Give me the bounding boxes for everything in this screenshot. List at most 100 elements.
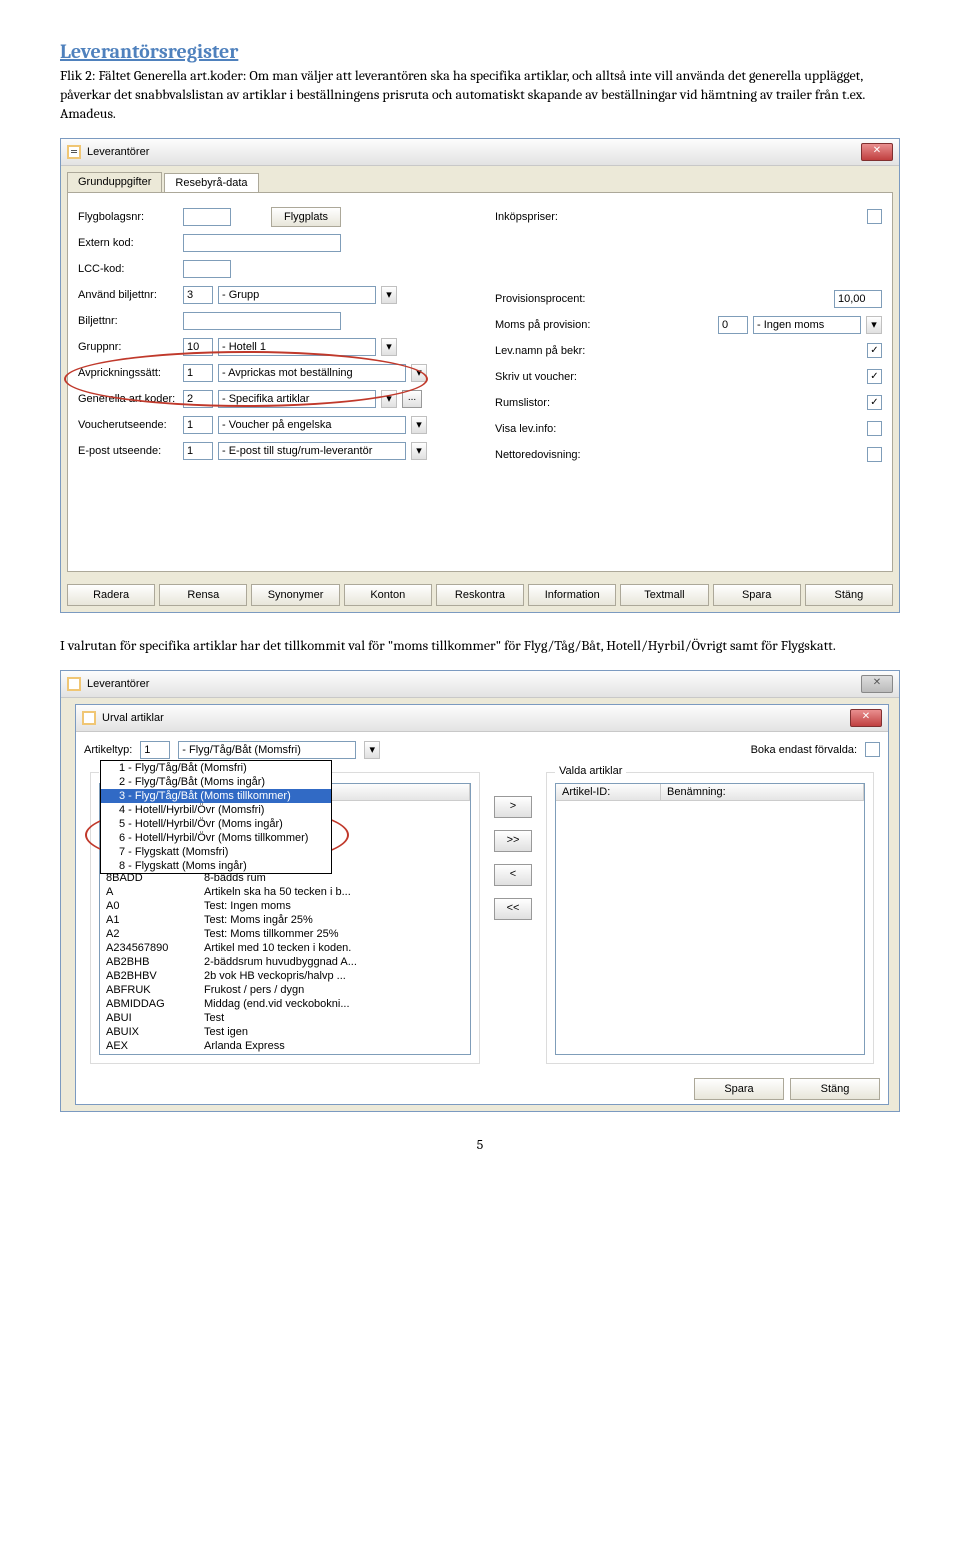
button-synonymer[interactable]: Synonymer (251, 584, 339, 606)
dropdown-item[interactable]: 5 - Hotell/Hyrbil/Övr (Moms ingår) (101, 817, 331, 831)
group-valda: Valda artiklar Artikel-ID: Benämning: (546, 772, 874, 1064)
label-extern-kod: Extern kod: (78, 237, 178, 249)
checkbox-levnamn[interactable]: ✓ (867, 343, 882, 358)
dropdown-icon[interactable]: ▾ (364, 741, 380, 759)
close-button[interactable]: ✕ (861, 675, 893, 693)
tab-grunduppgifter[interactable]: Grunduppgifter (67, 172, 162, 192)
dropdown-item[interactable]: 6 - Hotell/Hyrbil/Övr (Moms tillkommer) (101, 831, 331, 845)
input-avprick-text[interactable] (218, 364, 406, 382)
dropdown-item[interactable]: 7 - Flygskatt (Momsfri) (101, 845, 331, 859)
checkbox-visa-levinfo[interactable] (867, 421, 882, 436)
label-voucherutseende: Voucherutseende: (78, 419, 178, 431)
button-textmall[interactable]: Textmall (620, 584, 708, 606)
dropdown-icon[interactable]: ▾ (411, 416, 427, 434)
checkbox-rumslistor[interactable]: ✓ (867, 395, 882, 410)
button-radera[interactable]: Radera (67, 584, 155, 606)
dropdown-item[interactable]: 2 - Flyg/Tåg/Båt (Moms ingår) (101, 775, 331, 789)
input-generella-text[interactable] (218, 390, 376, 408)
list-item[interactable]: AB2BHB2-bäddsrum huvudbyggnad A... (100, 955, 470, 969)
list-item[interactable]: A1Test: Moms ingår 25% (100, 913, 470, 927)
list-item[interactable]: A0Test: Ingen moms (100, 899, 470, 913)
list-item[interactable]: ABFRUKFrukost / pers / dygn (100, 983, 470, 997)
label-epost-utseende: E-post utseende: (78, 445, 178, 457)
checkbox-nettoredovisning[interactable] (867, 447, 882, 462)
app-icon (82, 711, 96, 725)
input-provisionsprocent[interactable] (834, 290, 882, 308)
list-item[interactable]: ABUITest (100, 1011, 470, 1025)
checkbox-skriv-voucher[interactable]: ✓ (867, 369, 882, 384)
label-moms-provision: Moms på provision: (495, 319, 713, 331)
button-rensa[interactable]: Rensa (159, 584, 247, 606)
button-reskontra[interactable]: Reskontra (436, 584, 524, 606)
input-gruppnr-text[interactable] (218, 338, 376, 356)
button-spara[interactable]: Spara (694, 1078, 784, 1100)
label-inkopspriser: Inköpspriser: (495, 211, 862, 223)
dropdown-icon[interactable]: ▾ (866, 316, 882, 334)
list-item[interactable]: AIRPaket med moms på vinstarti... (100, 1053, 470, 1055)
dropdown-icon[interactable]: ▾ (411, 442, 427, 460)
page-heading: Leverantörsregister (60, 40, 900, 63)
input-biljettnr[interactable] (183, 312, 341, 330)
input-epost-text[interactable] (218, 442, 406, 460)
input-flygbolagsnr[interactable] (183, 208, 231, 226)
input-epost-code[interactable] (183, 442, 213, 460)
list-item[interactable]: A234567890Artikel med 10 tecken i koden. (100, 941, 470, 955)
checkbox-boka-forvalda[interactable] (865, 742, 880, 757)
button-move-all-right[interactable]: >> (494, 830, 532, 852)
tab-row: Grunduppgifter Resebyrå-data (61, 166, 899, 192)
dropdown-artikeltyp[interactable]: 1 - Flyg/Tåg/Båt (Momsfri)2 - Flyg/Tåg/B… (100, 760, 332, 874)
label-flygbolagsnr: Flygbolagsnr: (78, 211, 178, 223)
input-momsprov-text[interactable] (753, 316, 861, 334)
tab-resebyra-data[interactable]: Resebyrå-data (164, 173, 258, 193)
input-extern-kod[interactable] (183, 234, 341, 252)
input-avprick-code[interactable] (183, 364, 213, 382)
intro-paragraph-1: Flik 2: Fältet Generella art.koder: Om m… (60, 67, 900, 124)
input-voucher-code[interactable] (183, 416, 213, 434)
input-lcc[interactable] (183, 260, 231, 278)
input-voucher-text[interactable] (218, 416, 406, 434)
dropdown-item[interactable]: 1 - Flyg/Tåg/Båt (Momsfri) (101, 761, 331, 775)
input-anvand-biljettnr-text[interactable] (218, 286, 376, 304)
group-title-right: Valda artiklar (555, 765, 626, 777)
transfer-buttons: > >> < << (494, 766, 532, 1070)
button-stang[interactable]: Stäng (790, 1078, 880, 1100)
window-title-behind: Leverantörer (87, 678, 149, 690)
dropdown-item[interactable]: 4 - Hotell/Hyrbil/Övr (Momsfri) (101, 803, 331, 817)
close-button[interactable]: ✕ (861, 143, 893, 161)
input-artikeltyp-text[interactable] (178, 741, 356, 759)
input-artikeltyp-code[interactable] (140, 741, 170, 759)
listbox-right[interactable]: Artikel-ID: Benämning: (555, 783, 865, 1055)
input-momsprov-code[interactable] (718, 316, 748, 334)
dropdown-icon[interactable]: ▾ (381, 390, 397, 408)
button-flygplats[interactable]: Flygplats (271, 207, 341, 227)
browse-button[interactable]: ... (402, 390, 422, 408)
list-item[interactable]: AB2BHBV2b vok HB veckopris/halvp ... (100, 969, 470, 983)
button-information[interactable]: Information (528, 584, 616, 606)
window-title-urval: Urval artiklar (102, 712, 164, 724)
form-left-column: Flygbolagsnr: Flygplats Extern kod: LCC-… (78, 207, 465, 471)
button-move-left[interactable]: < (494, 864, 532, 886)
list-item[interactable]: ABUIXTest igen (100, 1025, 470, 1039)
list-item[interactable]: A2Test: Moms tillkommer 25% (100, 927, 470, 941)
label-provisionsprocent: Provisionsprocent: (495, 293, 829, 305)
input-generella-code[interactable] (183, 390, 213, 408)
button-move-all-left[interactable]: << (494, 898, 532, 920)
button-stang[interactable]: Stäng (805, 584, 893, 606)
checkbox-inkopspriser[interactable] (867, 209, 882, 224)
button-konton[interactable]: Konton (344, 584, 432, 606)
dropdown-item[interactable]: 8 - Flygskatt (Moms ingår) (101, 859, 331, 873)
list-item[interactable]: AArtikeln ska ha 50 tecken i b... (100, 885, 470, 899)
list-item[interactable]: AEXArlanda Express (100, 1039, 470, 1053)
button-spara[interactable]: Spara (713, 584, 801, 606)
dropdown-icon[interactable]: ▾ (381, 338, 397, 356)
label-rumslistor: Rumslistor: (495, 397, 862, 409)
dropdown-icon[interactable]: ▾ (381, 286, 397, 304)
input-gruppnr-code[interactable] (183, 338, 213, 356)
input-anvand-biljettnr-code[interactable] (183, 286, 213, 304)
close-button[interactable]: ✕ (850, 709, 882, 727)
dropdown-icon[interactable]: ▾ (411, 364, 427, 382)
list-item[interactable]: ABMIDDAGMiddag (end.vid veckobokni... (100, 997, 470, 1011)
list-header-right: Artikel-ID: Benämning: (556, 784, 864, 801)
dropdown-item[interactable]: 3 - Flyg/Tåg/Båt (Moms tillkommer) (101, 789, 331, 803)
button-move-right[interactable]: > (494, 796, 532, 818)
